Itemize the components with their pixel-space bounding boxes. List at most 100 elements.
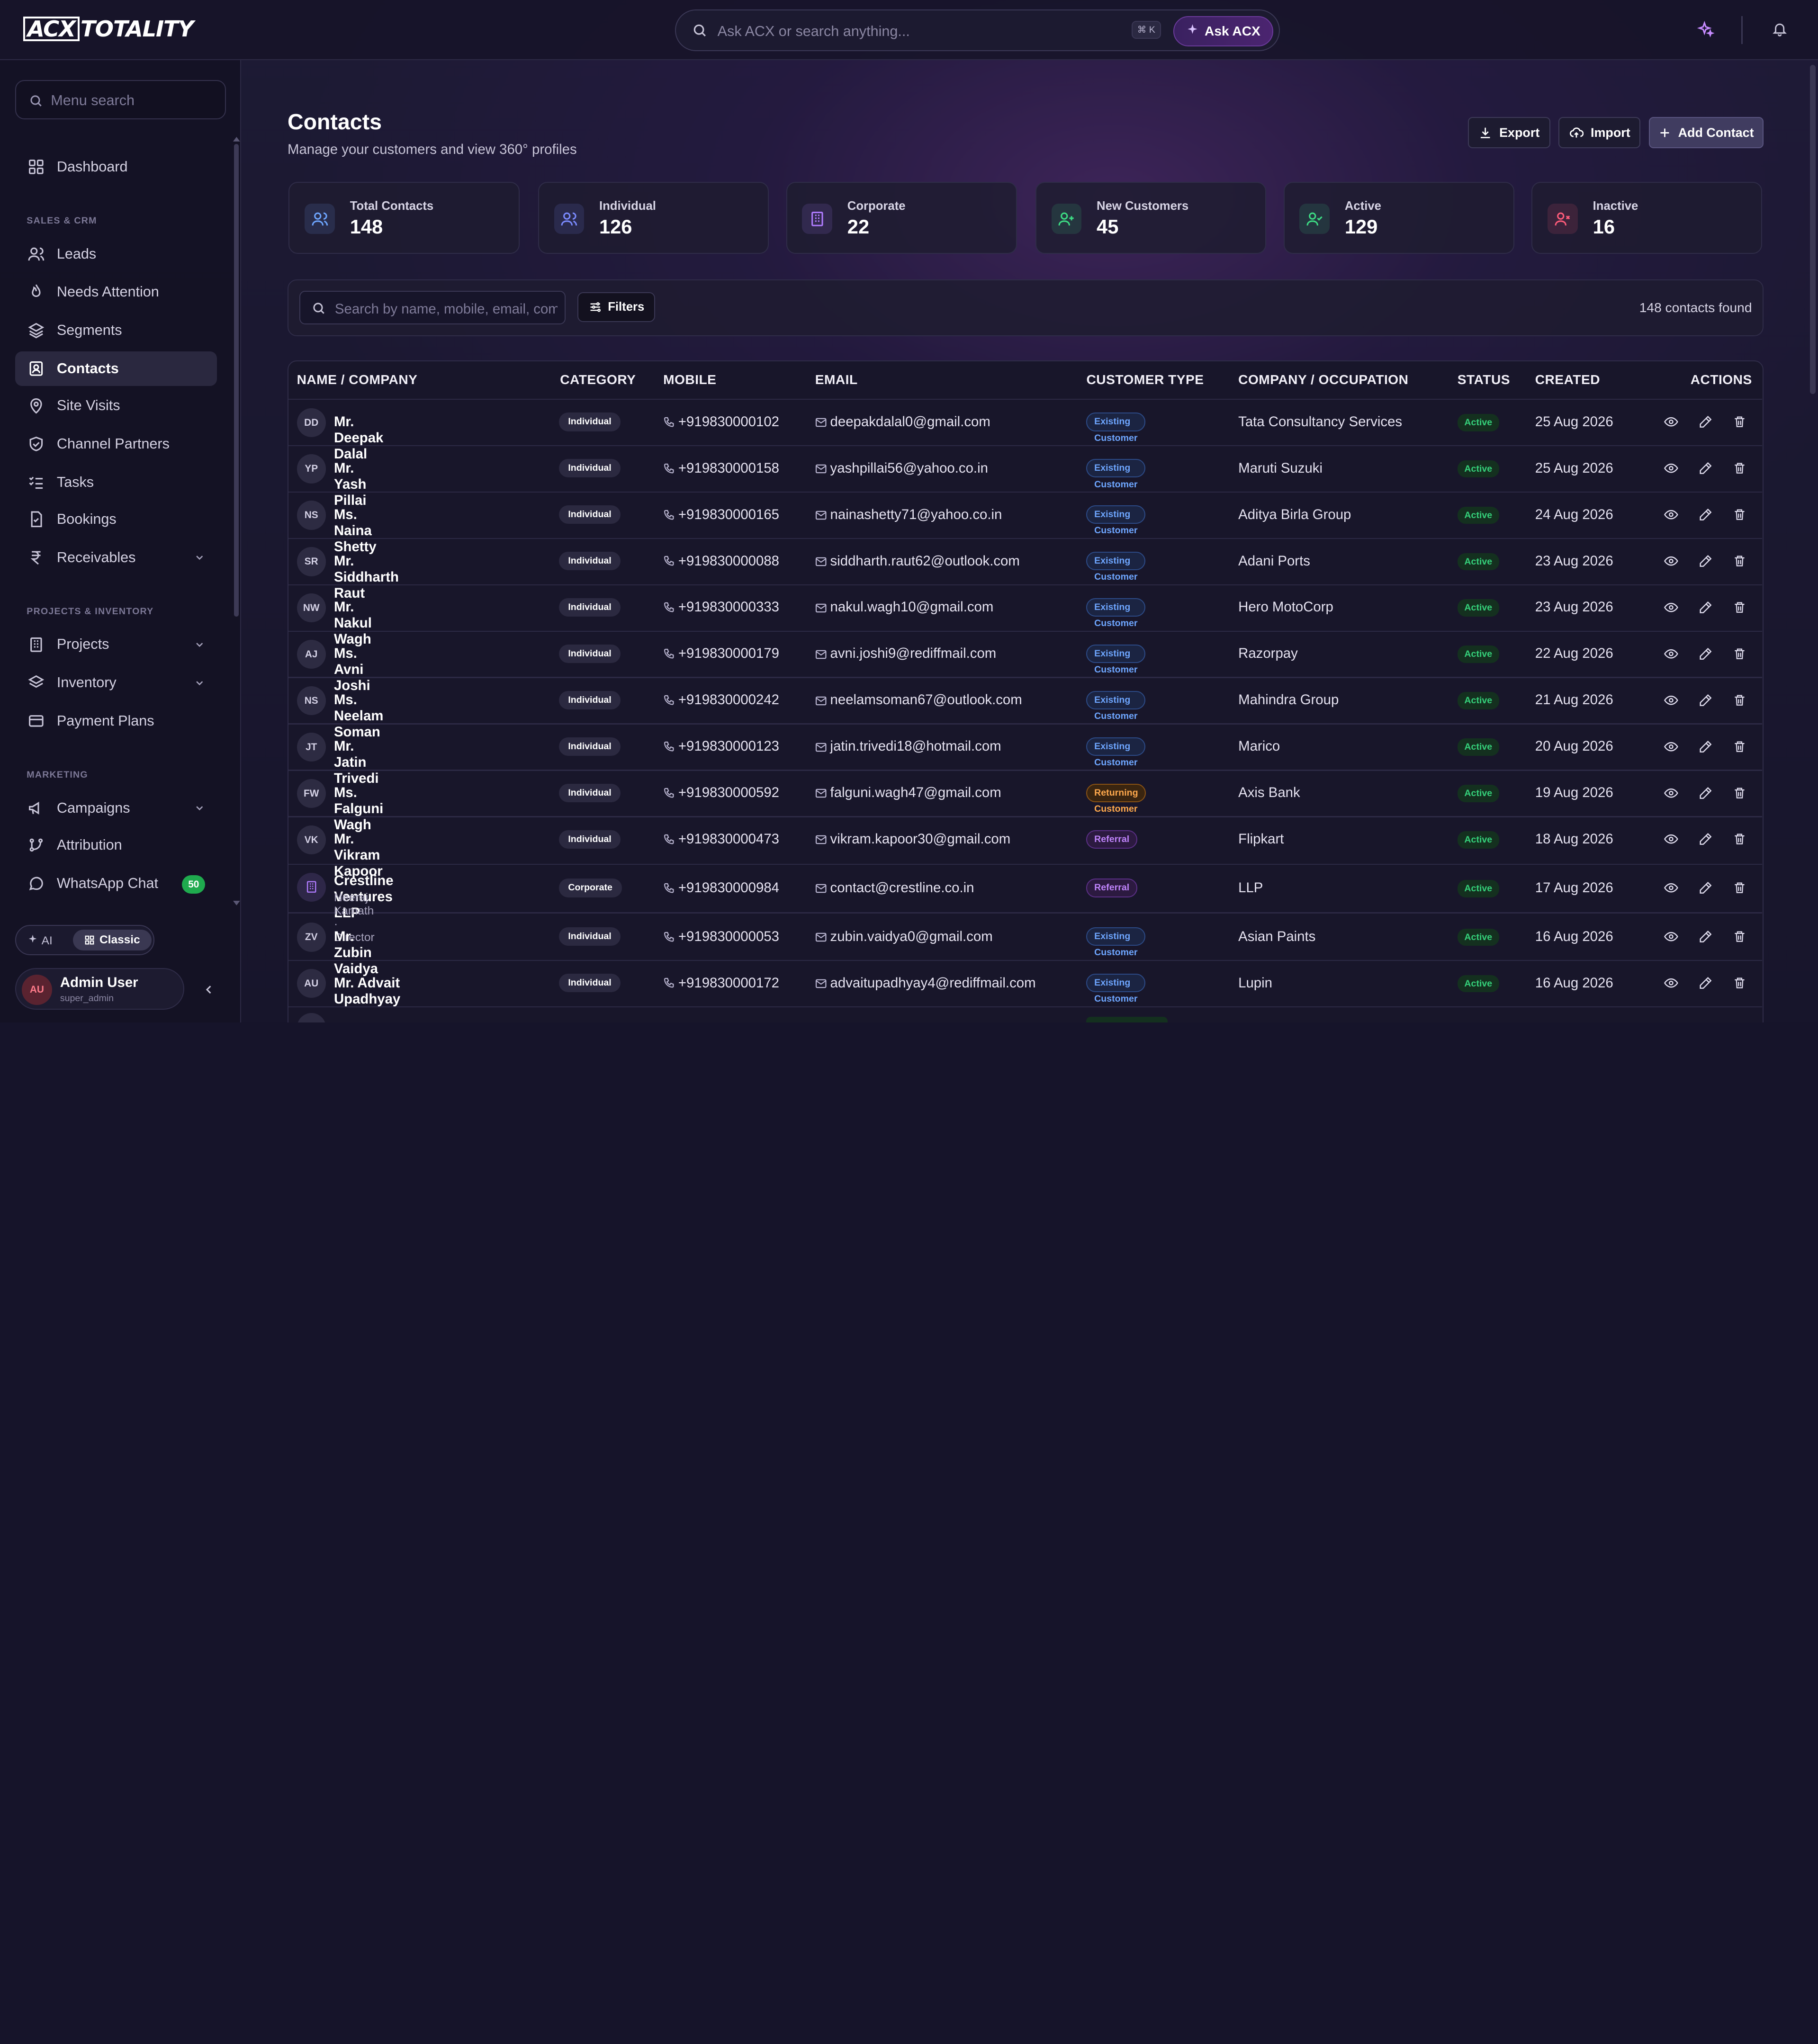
collapse-sidebar-icon[interactable]	[202, 981, 216, 1002]
contact-name[interactable]: Mr. Zubin Vaidya	[334, 929, 378, 977]
app-logo[interactable]: ACX TOTALITY	[23, 16, 194, 42]
edit-icon[interactable]	[1699, 461, 1712, 475]
email-address[interactable]: falguni.wagh47@gmail.com	[830, 785, 1001, 801]
edit-icon[interactable]	[1699, 601, 1712, 614]
eye-icon[interactable]	[1664, 508, 1679, 521]
email-address[interactable]: avni.joshi9@rediffmail.com	[830, 645, 997, 662]
edit-icon[interactable]	[1699, 930, 1712, 943]
mode-ai-option[interactable]: AI	[27, 934, 53, 948]
trash-icon[interactable]	[1733, 740, 1746, 753]
column-header-status[interactable]: STATUS	[1458, 372, 1510, 387]
eye-icon[interactable]	[1664, 461, 1679, 475]
eye-icon[interactable]	[1664, 786, 1679, 800]
filters-button[interactable]: Filters	[577, 292, 655, 323]
trash-icon[interactable]	[1733, 461, 1746, 475]
mobile-number[interactable]: +919830000473	[678, 831, 779, 847]
email-address[interactable]: deepakdalal0@gmail.com	[830, 414, 990, 430]
mobile-number[interactable]: +919830000592	[678, 785, 779, 801]
edit-icon[interactable]	[1699, 976, 1712, 990]
column-header-name[interactable]: NAME / COMPANY	[297, 372, 418, 387]
trash-icon[interactable]	[1733, 930, 1746, 943]
column-header-created[interactable]: CREATED	[1535, 372, 1600, 387]
mobile-number[interactable]: +919830000123	[678, 738, 779, 754]
scroll-up-icon[interactable]	[233, 136, 240, 142]
add-contact-button[interactable]: Add Contact	[1648, 117, 1764, 149]
sidebar-item-campaigns[interactable]: Campaigns	[15, 790, 217, 825]
edit-icon[interactable]	[1699, 647, 1712, 661]
sidebar-item-receivables[interactable]: Receivables	[15, 540, 217, 575]
eye-icon[interactable]	[1664, 554, 1679, 568]
sidebar-item-dashboard[interactable]: Dashboard	[15, 150, 217, 184]
sidebar-item-needs-attention[interactable]: Needs Attention	[15, 275, 217, 309]
mobile-number[interactable]: +919830000158	[678, 460, 779, 476]
export-button[interactable]: Export	[1467, 117, 1550, 149]
trash-icon[interactable]	[1733, 554, 1746, 568]
eye-icon[interactable]	[1664, 976, 1679, 990]
email-address[interactable]: jatin.trivedi18@hotmail.com	[830, 738, 1001, 754]
contact-name[interactable]: Mr. Yash Pillai	[334, 460, 367, 509]
stat-individual[interactable]: Individual 126	[538, 182, 769, 254]
sidebar-item-contacts[interactable]: Contacts	[15, 351, 217, 386]
trash-icon[interactable]	[1733, 832, 1746, 846]
mobile-number[interactable]: +919830000102	[678, 414, 779, 430]
edit-icon[interactable]	[1699, 832, 1712, 846]
contact-name[interactable]: Mr. Siddharth Raut	[334, 553, 399, 601]
sidebar-item-bookings[interactable]: Bookings	[15, 502, 217, 537]
column-header-customer-type[interactable]: CUSTOMER TYPE	[1086, 372, 1204, 387]
mobile-number[interactable]: +919830000053	[678, 929, 779, 945]
mobile-number[interactable]: +919830000088	[678, 553, 779, 569]
sidebar-item-segments[interactable]: Segments	[15, 313, 217, 348]
sidebar-item-payment-plans[interactable]: Payment Plans	[15, 704, 217, 738]
edit-icon[interactable]	[1699, 693, 1712, 707]
email-address[interactable]: advaitupadhyay4@rediffmail.com	[830, 975, 1036, 991]
trash-icon[interactable]	[1733, 693, 1746, 707]
contact-name[interactable]: Mr. Jatin Trivedi	[334, 738, 379, 787]
contact-name[interactable]: Mr. Deepak Dalal	[334, 414, 383, 462]
eye-icon[interactable]	[1664, 415, 1679, 429]
contact-name[interactable]: Ms. Neelam Soman	[334, 692, 383, 740]
eye-icon[interactable]	[1664, 601, 1679, 614]
email-address[interactable]: vikram.kapoor30@gmail.com	[830, 831, 1011, 847]
mobile-number[interactable]: +919830000333	[678, 599, 779, 615]
stat-inactive[interactable]: Inactive 16	[1531, 182, 1763, 254]
sidebar-item-projects[interactable]: Projects	[15, 627, 217, 662]
edit-icon[interactable]	[1699, 740, 1712, 753]
contact-name[interactable]: Ms. Falguni Wagh	[334, 785, 383, 833]
trash-icon[interactable]	[1733, 786, 1746, 800]
trash-icon[interactable]	[1733, 601, 1746, 614]
mobile-number[interactable]: +919830000165	[678, 507, 779, 523]
edit-icon[interactable]	[1699, 508, 1712, 521]
column-header-mobile[interactable]: MOBILE	[663, 372, 716, 387]
bell-icon[interactable]	[1772, 21, 1788, 42]
email-address[interactable]: nainashetty71@yahoo.co.in	[830, 507, 1002, 523]
contact-name[interactable]: Ms. Naina Shetty	[334, 507, 377, 555]
main-scrollbar[interactable]	[1809, 65, 1816, 394]
trash-icon[interactable]	[1733, 881, 1746, 895]
stat-total-contacts[interactable]: Total Contacts 148	[288, 182, 520, 254]
sidebar-item-tasks[interactable]: Tasks	[15, 465, 217, 500]
eye-icon[interactable]	[1664, 693, 1679, 707]
edit-icon[interactable]	[1699, 415, 1712, 429]
trash-icon[interactable]	[1733, 976, 1746, 990]
stat-corporate[interactable]: Corporate 22	[786, 182, 1017, 254]
eye-icon[interactable]	[1664, 881, 1679, 895]
eye-icon[interactable]	[1664, 740, 1679, 753]
mobile-number[interactable]: +919830000242	[678, 692, 779, 708]
contact-name[interactable]: Ms. Avni Joshi	[334, 645, 370, 694]
column-header-company[interactable]: COMPANY / OCCUPATION	[1238, 372, 1408, 387]
edit-icon[interactable]	[1699, 786, 1712, 800]
mode-classic-option[interactable]: Classic	[72, 929, 152, 950]
email-address[interactable]: nakul.wagh10@gmail.com	[830, 599, 994, 615]
column-header-category[interactable]: CATEGORY	[560, 372, 636, 387]
eye-icon[interactable]	[1664, 930, 1679, 943]
sidebar-item-inventory[interactable]: Inventory	[15, 665, 217, 700]
email-address[interactable]: yashpillai56@yahoo.co.in	[830, 460, 988, 476]
trash-icon[interactable]	[1733, 415, 1746, 429]
email-address[interactable]: contact@crestline.co.in	[830, 880, 974, 896]
import-button[interactable]: Import	[1558, 117, 1641, 149]
email-address[interactable]: zubin.vaidya0@gmail.com	[830, 929, 993, 945]
sidebar-scrollbar[interactable]	[234, 143, 239, 617]
edit-icon[interactable]	[1699, 554, 1712, 568]
contact-name[interactable]: Mr. Advait Upadhyay	[334, 975, 400, 1007]
sidebar-item-attribution[interactable]: Attribution	[15, 828, 217, 862]
